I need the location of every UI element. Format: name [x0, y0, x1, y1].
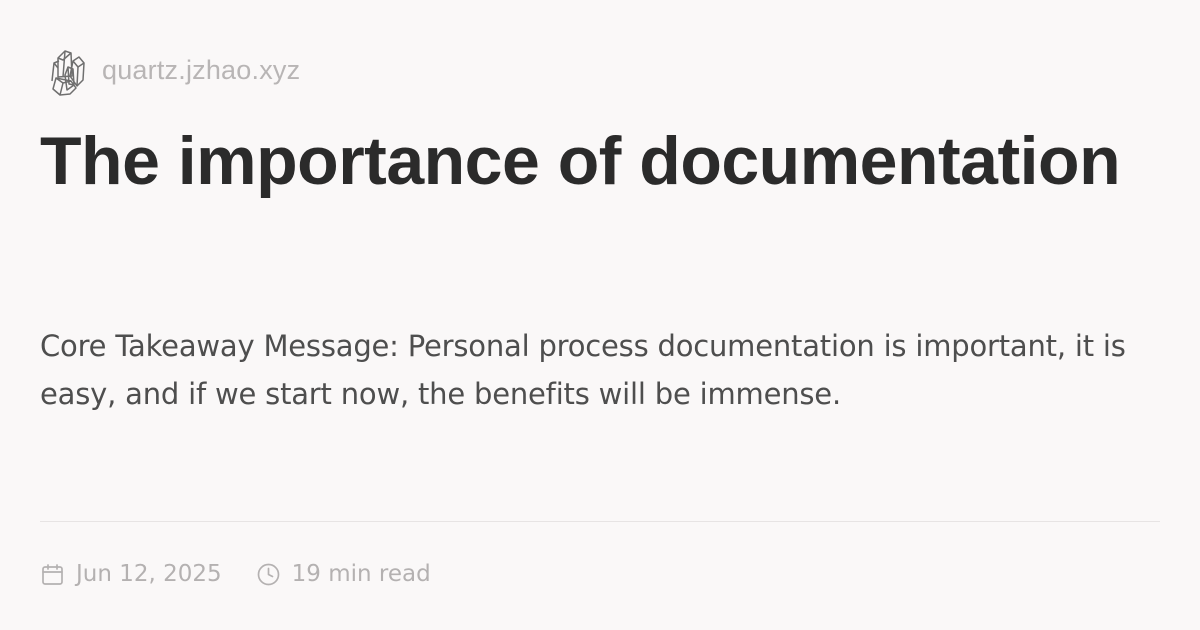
publish-date: Jun 12, 2025 — [40, 561, 222, 587]
social-preview-card: quartz.jzhao.xyz The importance of docum… — [0, 0, 1200, 630]
content-divider — [40, 521, 1160, 522]
site-header: quartz.jzhao.xyz — [48, 42, 300, 98]
reading-time: 19 min read — [256, 561, 431, 587]
article-title: The importance of documentation — [40, 123, 1121, 199]
calendar-icon — [42, 563, 63, 585]
article-meta: Jun 12, 2025 19 min read — [40, 555, 431, 593]
crystal-logo-icon — [51, 50, 85, 96]
site-domain: quartz.jzhao.xyz — [102, 54, 301, 85]
clock-icon — [257, 563, 280, 585]
reading-time-text: 19 min read — [291, 561, 431, 587]
publish-date-text: Jun 12, 2025 — [76, 561, 222, 587]
article-description: Core Takeaway Message: Personal process … — [40, 329, 1126, 411]
